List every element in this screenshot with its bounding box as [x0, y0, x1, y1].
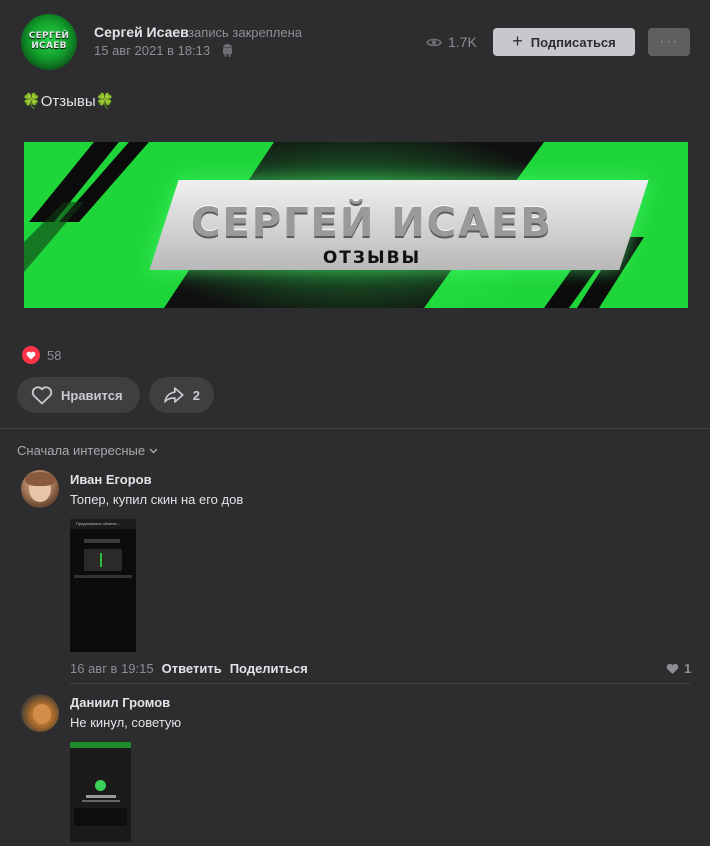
post-date[interactable]: 15 авг 2021 в 18:13	[94, 43, 210, 58]
banner-title: СЕРГЕЙ ИСАЕВ	[191, 200, 553, 246]
share-comment-button[interactable]: Поделиться	[230, 661, 308, 676]
plus-icon: +	[512, 31, 523, 51]
android-icon	[223, 44, 232, 57]
views-count: 1.7K	[448, 34, 477, 50]
comment-like-button[interactable]: 1	[666, 661, 691, 676]
heart-reaction-icon	[22, 346, 40, 364]
avatar-logo-text: СЕРГЕЙ ИСАЕВ	[28, 31, 70, 51]
chevron-down-icon	[149, 448, 158, 453]
like-button-label: Нравится	[61, 387, 123, 403]
views-counter: 1.7K	[426, 33, 477, 51]
attachment-title: Предложение обмена...	[76, 521, 120, 526]
section-divider	[0, 428, 710, 429]
author-avatar[interactable]: СЕРГЕЙ ИСАЕВ	[21, 14, 77, 70]
pinned-note: запись закреплена	[188, 25, 302, 40]
post-text: 🍀 Отзывы 🍀	[22, 92, 115, 111]
clover-icon: 🍀	[95, 93, 115, 110]
more-icon: ···	[659, 33, 679, 50]
post-text-content: Отзывы	[40, 92, 96, 110]
share-arrow-icon	[164, 387, 184, 403]
comment-like-count: 1	[684, 661, 692, 676]
comments-sort-dropdown[interactable]: Сначала интересные	[17, 443, 158, 458]
comment-date[interactable]: 16 авг в 19:15	[70, 661, 154, 676]
subscribe-label: Подписаться	[530, 34, 616, 50]
comment-attachment-image[interactable]	[70, 742, 131, 842]
author-name[interactable]: Сергей Исаев	[94, 24, 189, 40]
share-button[interactable]: 2	[149, 377, 214, 413]
reply-button[interactable]: Ответить	[162, 661, 222, 676]
shares-count: 2	[192, 387, 200, 403]
post-header: СЕРГЕЙ ИСАЕВ Сергей Исаев запись закрепл…	[0, 0, 710, 80]
comment-avatar[interactable]	[21, 470, 59, 508]
likes-count: 58	[47, 347, 62, 363]
sort-label: Сначала интересные	[17, 443, 146, 458]
comment-attachment-image[interactable]: Предложение обмена...	[70, 519, 136, 652]
comment-text: Не кинул, советую	[70, 715, 182, 730]
comment-author-name[interactable]: Иван Егоров	[70, 472, 152, 487]
comment-text: Топер, купил скин на его дов	[70, 492, 244, 507]
banner-subtitle: ОТЗЫВЫ	[322, 248, 422, 268]
likes-summary[interactable]: 58	[22, 346, 61, 364]
heart-outline-icon	[31, 385, 53, 404]
subscribe-button[interactable]: + Подписаться	[493, 28, 635, 56]
like-button[interactable]: Нравится	[17, 377, 140, 413]
comment-divider	[70, 683, 690, 684]
comment-meta: 16 авг в 19:15 Ответить Поделиться	[70, 661, 308, 676]
comment-author-name[interactable]: Даниил Громов	[70, 695, 170, 710]
heart-icon	[666, 663, 679, 674]
post-banner-image[interactable]: СЕРГЕЙ ИСАЕВ ОТЗЫВЫ	[24, 142, 688, 308]
comment-avatar[interactable]	[21, 694, 59, 732]
more-options-button[interactable]: ···	[648, 28, 690, 56]
clover-icon: 🍀	[22, 93, 41, 110]
eye-icon	[426, 38, 442, 46]
